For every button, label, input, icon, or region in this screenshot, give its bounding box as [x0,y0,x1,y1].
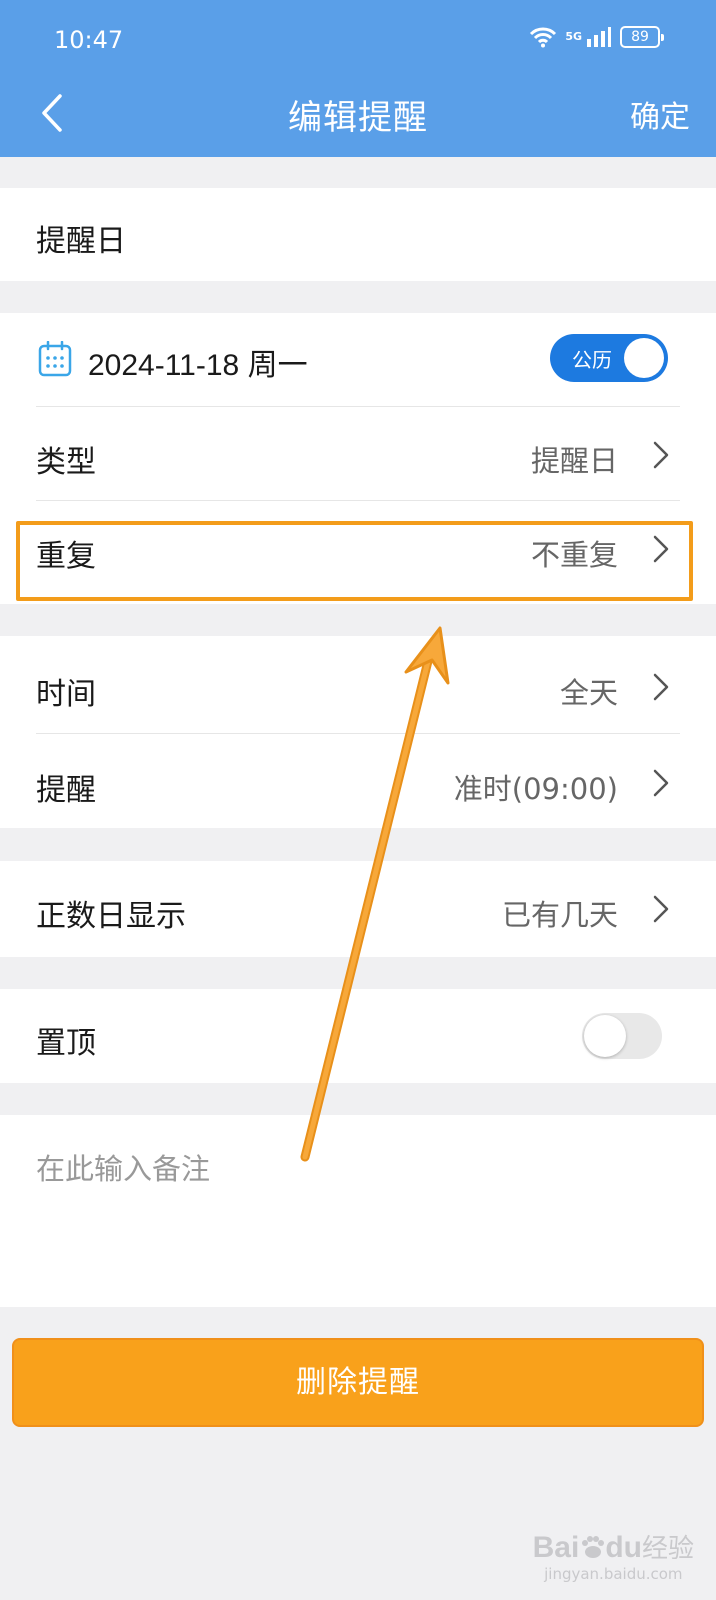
watermark: Bai du经验 jingyan.baidu.com [533,1528,694,1583]
calendar-type-toggle[interactable]: 公历 [550,334,668,382]
page-title: 编辑提醒 [288,98,428,138]
type-label: 类型 [36,445,96,480]
wifi-icon [530,27,557,48]
time-value: 全天 [559,676,618,710]
battery-icon: 89 [620,26,664,48]
app-header: 10:47 5G 89 编辑提醒 确定 [0,0,716,157]
time-label: 时间 [36,677,96,712]
reminder-day-card: 提醒日 [0,188,716,281]
type-value: 提醒日 [530,444,618,478]
reminder-value: 准时(09:00) [453,772,618,806]
divider [36,406,680,407]
date-value[interactable]: 2024-11-18 周一 [88,340,308,384]
signal-icon [587,27,611,47]
delete-reminder-button[interactable]: 删除提醒 [12,1338,704,1427]
confirm-button[interactable]: 确定 [630,92,690,136]
repeat-value: 不重复 [530,538,618,572]
chevron-right-icon [653,441,669,469]
section-title: 提醒日 [36,224,126,259]
pin-label: 置顶 [36,1026,96,1061]
calendar-type-label: 公历 [572,348,612,372]
count-display-value: 已有几天 [501,898,618,932]
chevron-right-icon [653,535,669,563]
paw-icon [582,1536,605,1558]
divider [36,500,680,501]
repeat-label: 重复 [36,539,96,574]
divider [36,733,680,734]
pin-toggle[interactable] [582,1013,662,1059]
chevron-right-icon [653,769,669,797]
watermark-paw-text: du [605,1531,642,1564]
reminder-label: 提醒 [36,773,96,808]
toggle-knob [584,1015,626,1057]
calendar-icon[interactable] [38,341,72,377]
count-display-card[interactable]: 正数日显示 已有几天 [0,861,716,957]
note-input[interactable]: 在此输入备注 [36,1146,210,1188]
chevron-right-icon [653,895,669,923]
watermark-logo-text: Bai [532,1531,580,1564]
status-icons: 5G 89 [529,26,664,48]
network-type: 5G [565,30,582,43]
toggle-knob [624,338,664,378]
watermark-url: jingyan.baidu.com [544,1565,683,1583]
watermark-cn: 经验 [641,1534,694,1564]
note-card[interactable] [0,1115,716,1307]
status-time: 10:47 [54,26,124,54]
chevron-right-icon [653,673,669,701]
count-display-label: 正数日显示 [36,899,186,934]
